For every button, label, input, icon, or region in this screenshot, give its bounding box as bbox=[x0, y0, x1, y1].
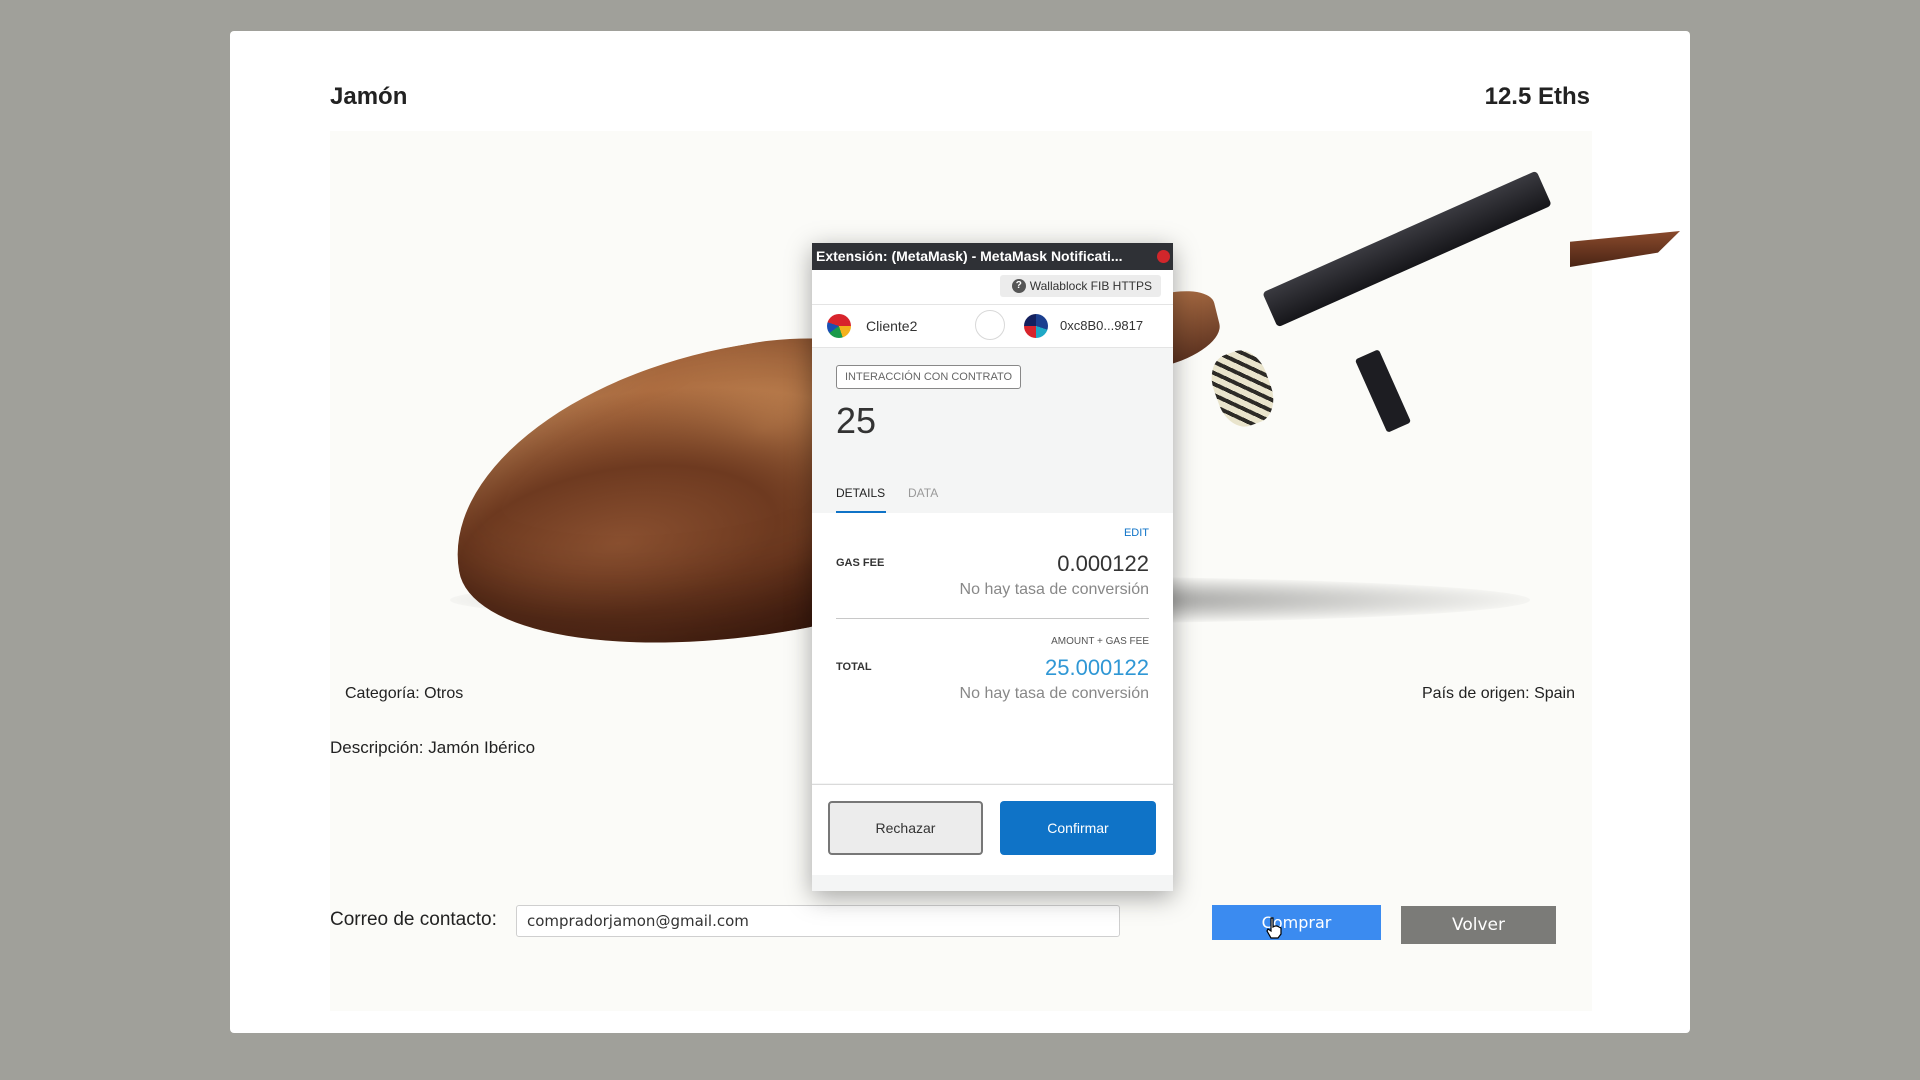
product-description: Descripción: Jamón Ibérico bbox=[330, 738, 536, 757]
gas-fee-value: 0.000122 bbox=[1057, 551, 1149, 576]
account-row: Cliente2 0xc8B0...9817 bbox=[812, 304, 1173, 348]
arrow-circle-icon bbox=[975, 310, 1005, 340]
tab-data[interactable]: DATA bbox=[908, 486, 938, 500]
metamask-footer: Rechazar Confirmar bbox=[812, 784, 1173, 875]
gas-fee-label: GAS FEE bbox=[836, 557, 885, 569]
network-row: ? Wallablock FIB HTTPS bbox=[812, 270, 1173, 304]
confirm-button[interactable]: Confirmar bbox=[1000, 801, 1156, 855]
product-title: Jamón bbox=[330, 83, 408, 110]
back-button[interactable]: Volver bbox=[1401, 906, 1556, 944]
product-origin: País de origen: Spain bbox=[1422, 685, 1575, 702]
edit-gas-button[interactable]: EDIT bbox=[1124, 527, 1149, 539]
ham-stand-foot bbox=[1354, 349, 1412, 433]
from-account-name: Cliente2 bbox=[866, 318, 918, 334]
network-selector[interactable]: ? Wallablock FIB HTTPS bbox=[999, 275, 1161, 297]
close-icon[interactable] bbox=[1157, 250, 1170, 263]
gas-fee-conversion: No hay tasa de conversión bbox=[959, 581, 1149, 598]
to-account-avatar bbox=[1024, 314, 1048, 338]
metamask-window-title: Extensión: (MetaMask) - MetaMask Notific… bbox=[816, 248, 1123, 264]
divider bbox=[836, 618, 1149, 619]
transaction-summary: INTERACCIÓN CON CONTRATO 25 DETAILS DATA bbox=[812, 348, 1173, 515]
from-account-avatar bbox=[827, 314, 851, 338]
tab-details[interactable]: DETAILS bbox=[836, 486, 885, 500]
ham-rope bbox=[1203, 343, 1282, 434]
buy-button[interactable]: Comprar bbox=[1212, 905, 1381, 940]
contact-label: Correo de contacto: bbox=[330, 909, 497, 930]
transaction-amount: 25 bbox=[836, 400, 877, 441]
contact-email-input[interactable]: compradorjamon@gmail.com bbox=[516, 905, 1120, 937]
metamask-titlebar: Extensión: (MetaMask) - MetaMask Notific… bbox=[812, 243, 1173, 270]
details-tabs: DETAILS DATA bbox=[812, 478, 1173, 514]
fee-details: EDIT GAS FEE 0.000122 No hay tasa de con… bbox=[812, 513, 1173, 783]
product-price: 12.5 Eths bbox=[1484, 83, 1590, 110]
help-icon: ? bbox=[1011, 279, 1026, 293]
network-name: Wallablock FIB HTTPS bbox=[1029, 279, 1152, 293]
product-category: Categoría: Otros bbox=[345, 685, 464, 702]
metamask-popup: Extensión: (MetaMask) - MetaMask Notific… bbox=[812, 243, 1173, 891]
contract-interaction-badge: INTERACCIÓN CON CONTRATO bbox=[836, 365, 1022, 389]
total-value: 25.000122 bbox=[1045, 655, 1149, 680]
reject-button[interactable]: Rechazar bbox=[828, 801, 983, 855]
to-address: 0xc8B0...9817 bbox=[1060, 318, 1144, 333]
hand-cursor-icon bbox=[1266, 917, 1282, 939]
total-label: TOTAL bbox=[836, 661, 872, 673]
total-conversion: No hay tasa de conversión bbox=[959, 685, 1149, 702]
amount-gas-label: AMOUNT + GAS FEE bbox=[1051, 636, 1149, 647]
